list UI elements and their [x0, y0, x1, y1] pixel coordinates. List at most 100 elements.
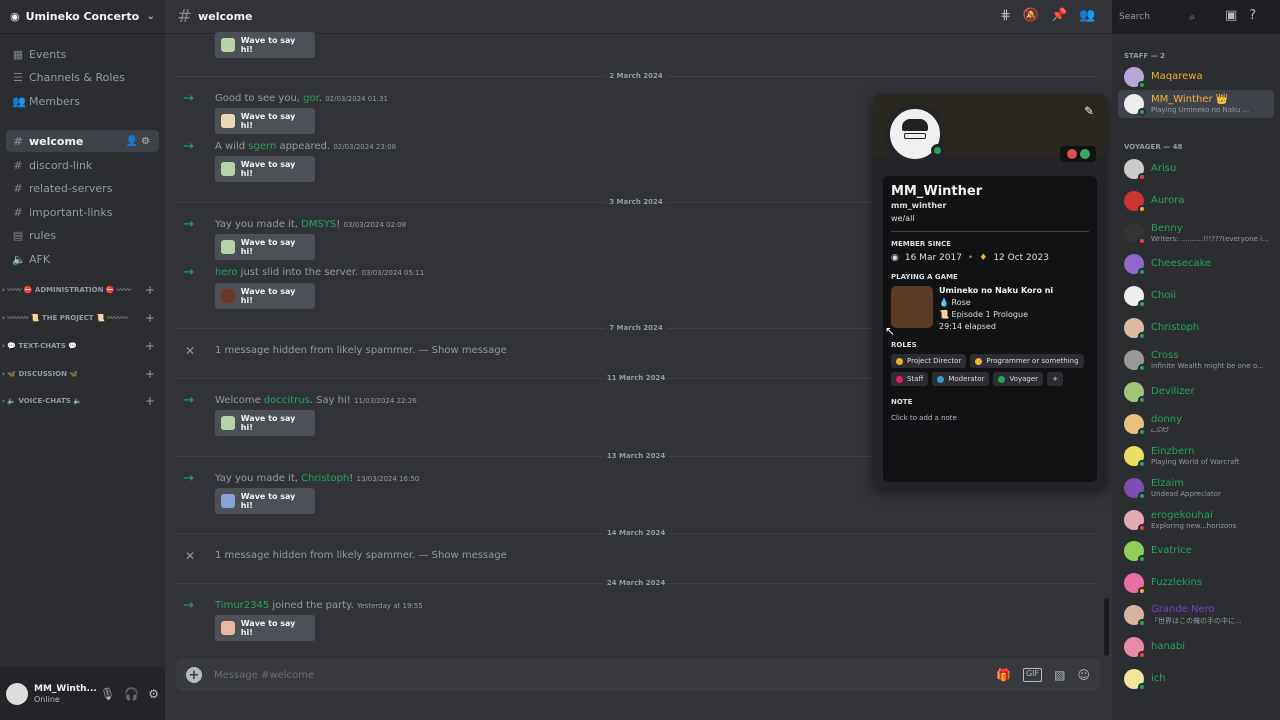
nav-channels-roles[interactable]: ☰ Channels & Roles — [6, 66, 159, 88]
avatar[interactable] — [6, 682, 28, 705]
message-input[interactable]: + Message #welcome 🎁 GIF ▧ ☺ — [176, 659, 1100, 691]
member-row[interactable]: Devilizer — [1118, 378, 1274, 406]
role-color-icon — [998, 375, 1006, 383]
wave-button[interactable]: Wave to say hi! — [215, 156, 315, 182]
member-name: Christoph — [1151, 322, 1200, 333]
role-pill[interactable]: Project Director — [891, 354, 967, 368]
add-channel-icon[interactable]: + — [145, 339, 155, 353]
member-activity: Exploring new...horizons — [1151, 522, 1237, 530]
member-row[interactable]: Cheesecake — [1118, 250, 1274, 278]
threads-icon[interactable]: ⋕ — [1000, 8, 1011, 23]
member-name: hanabi — [1151, 641, 1186, 652]
username-link[interactable]: gor — [303, 93, 319, 104]
sticker-icon[interactable]: ▧ — [1054, 668, 1065, 682]
role-pill[interactable]: Moderator — [932, 372, 990, 386]
server-header[interactable]: ◉ Umineko Concerto ⌄ — [0, 0, 165, 34]
member-row[interactable]: hanabi — [1118, 633, 1274, 661]
scrollbar[interactable] — [1104, 598, 1109, 656]
add-channel-icon[interactable]: + — [145, 283, 155, 297]
member-row[interactable]: Einzbern Playing World of Warcraft — [1118, 442, 1274, 470]
username-link[interactable]: sgern — [248, 141, 276, 152]
role-pill[interactable]: Voyager — [993, 372, 1044, 386]
add-channel-icon[interactable]: + — [145, 394, 155, 408]
search-input[interactable]: Search ⌕ — [1114, 8, 1200, 26]
wave-button[interactable]: Wave to say hi! — [215, 488, 315, 514]
profile-popout: ✎ MM_Winther mm_winther we/all MEMBER SI… — [873, 94, 1107, 488]
member-activity: Writers: ..........!!!???(everyone i... — [1151, 235, 1269, 243]
username-link[interactable]: DMSYS — [301, 219, 336, 230]
channel-welcome[interactable]: # welcome 👤⚙ — [6, 130, 159, 152]
gear-icon[interactable]: ⚙ — [148, 687, 159, 701]
member-row[interactable]: Cross Infinite Wealth might be one o... — [1118, 346, 1274, 374]
edit-profile-icon[interactable]: ✎ — [1084, 104, 1094, 118]
avatar — [1124, 350, 1146, 372]
channel-afk[interactable]: 🔈 AFK — [6, 248, 159, 270]
username-link[interactable]: hero — [215, 267, 238, 278]
badge-icon[interactable] — [1066, 149, 1077, 159]
role-pill[interactable]: Programmer or something — [970, 354, 1084, 368]
wave-button[interactable]: Wave to say hi! — [215, 615, 315, 641]
emoji-icon[interactable]: ☺ — [1077, 668, 1090, 682]
category-discussion[interactable]: › 🦋 DISCUSSION 🦋 + — [2, 366, 160, 382]
note-input[interactable]: Click to add a note — [891, 414, 1089, 422]
member-row[interactable]: Choii — [1118, 282, 1274, 310]
badge-icon[interactable] — [1079, 149, 1090, 159]
member-row[interactable]: Aurora — [1118, 187, 1274, 215]
nav-events[interactable]: ▦ Events — [6, 43, 159, 65]
member-row[interactable]: Arisu — [1118, 155, 1274, 183]
username-link[interactable]: Timur2345 — [215, 600, 269, 611]
add-role-button[interactable]: + — [1047, 372, 1063, 386]
game-activity: Umineko no Naku Koro ni 💧 Rose 📜 Episode… — [891, 286, 1089, 331]
channel-rules[interactable]: ▤ rules — [6, 224, 159, 246]
add-channel-icon[interactable]: + — [145, 311, 155, 325]
gift-icon[interactable]: 🎁 — [996, 668, 1011, 682]
show-message-link[interactable]: Show message — [432, 550, 507, 561]
category-voice-chats[interactable]: › 🔈 VOICE-CHATS 🔈 + — [2, 393, 160, 409]
category-text-chats[interactable]: › 💬 TEXT-CHATS 💬 + — [2, 338, 160, 354]
category-administration[interactable]: › 〰〰 ⛔ ADMINISTRATION ⛔ 〰〰 + — [2, 282, 160, 298]
nav-members[interactable]: 👥 Members — [6, 90, 159, 112]
list-item: → hero just slid into the server. 03/03/… — [183, 266, 883, 310]
member-row[interactable]: MM_Winther 👑 Playing Umineko no Naku ... — [1118, 90, 1274, 118]
member-row[interactable]: ich — [1118, 665, 1274, 693]
category-the-project[interactable]: › 〰〰〰 📜 THE PROJECT 📜 〰〰〰 + — [2, 310, 160, 326]
inbox-icon[interactable]: ▣ — [1225, 8, 1237, 23]
add-attachment-icon[interactable]: + — [186, 667, 202, 683]
wave-button[interactable]: Wave to say hi! — [215, 32, 315, 58]
notification-mute-icon[interactable]: 🔕 — [1023, 8, 1039, 23]
username-link[interactable]: Christoph — [301, 473, 349, 484]
username-link[interactable]: doccitrus — [264, 395, 310, 406]
member-name: MM_Winther 👑 — [1151, 94, 1229, 105]
headphones-icon[interactable]: 🎧 — [124, 687, 139, 701]
channel-important-links[interactable]: # important-links — [6, 201, 159, 223]
wave-button[interactable]: Wave to say hi! — [215, 283, 315, 309]
wave-button[interactable]: Wave to say hi! — [215, 108, 315, 134]
list-icon: ☰ — [13, 70, 23, 84]
channel-settings-icons[interactable]: 👤⚙ — [126, 136, 153, 147]
role-pill[interactable]: Staff — [891, 372, 929, 386]
online-status-icon — [931, 144, 944, 157]
status-icon — [1138, 619, 1146, 627]
channel-discord-link[interactable]: # discord-link — [6, 154, 159, 176]
timestamp: 03/03/2024 02:08 — [343, 221, 407, 229]
member-row[interactable]: donny ᓚᘏᗢ — [1118, 410, 1274, 438]
show-message-link[interactable]: Show message — [432, 345, 507, 356]
wave-button[interactable]: Wave to say hi! — [215, 410, 315, 436]
member-row[interactable]: Elzaim Undead Appreciator — [1118, 474, 1274, 502]
pin-icon[interactable]: 📌 — [1051, 8, 1067, 23]
member-row[interactable]: Grande Nero 「世界はこの俺の手の中に... — [1118, 601, 1274, 629]
microphone-icon[interactable]: 🎙 — [100, 687, 115, 701]
member-row[interactable]: Evatrice — [1118, 537, 1274, 565]
member-row[interactable]: erogekouhai Exploring new...horizons — [1118, 506, 1274, 534]
speaker-icon: 🔈 — [12, 252, 26, 266]
wave-button[interactable]: Wave to say hi! — [215, 234, 315, 260]
help-icon[interactable]: ? — [1249, 8, 1256, 23]
member-row[interactable]: Christoph — [1118, 314, 1274, 342]
member-row[interactable]: Maqarewa — [1118, 63, 1274, 91]
add-channel-icon[interactable]: + — [145, 367, 155, 381]
member-list-icon[interactable]: 👥 — [1079, 8, 1095, 23]
gif-icon[interactable]: GIF — [1022, 668, 1043, 682]
channel-related-servers[interactable]: # related-servers — [6, 177, 159, 199]
member-row[interactable]: Fuzzlekins — [1118, 569, 1274, 597]
member-row[interactable]: Benny Writers: ..........!!!???(everyone … — [1118, 219, 1274, 247]
